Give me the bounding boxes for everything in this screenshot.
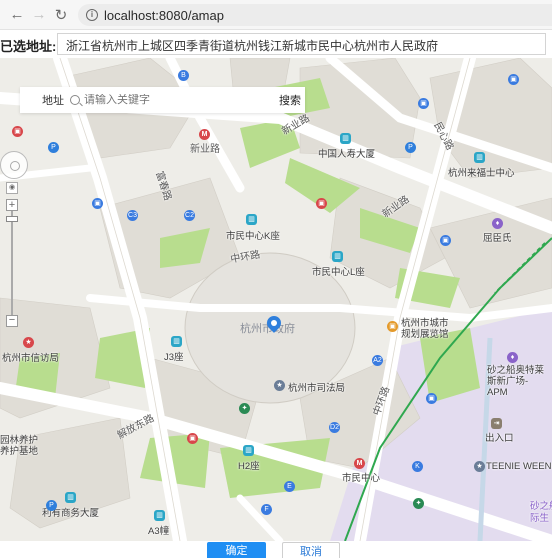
building-icon[interactable]: ▥: [246, 214, 257, 225]
url-bar[interactable]: i localhost:8080/amap: [78, 4, 552, 26]
building-icon[interactable]: ▥: [340, 133, 351, 144]
parking-icon[interactable]: P: [405, 142, 416, 153]
poi-label[interactable]: A3幢: [148, 523, 169, 537]
poi-label[interactable]: 中国人寿大厦: [318, 146, 375, 160]
bus-stop-icon[interactable]: ▣: [418, 98, 429, 109]
confirm-button[interactable]: 确定: [207, 542, 266, 558]
selected-address-field[interactable]: 浙江省杭州市上城区四季青街道杭州钱江新城市民中心杭州市人民政府: [57, 33, 546, 55]
zoom-in-button[interactable]: +: [6, 199, 18, 211]
metro-exit-a2[interactable]: A2: [372, 355, 383, 366]
shopping-icon[interactable]: ♦: [507, 352, 518, 363]
poi-label[interactable]: TEENIE WEENIE: [486, 461, 552, 472]
parking-icon[interactable]: P: [46, 500, 57, 511]
cafe-icon[interactable]: ✦: [413, 498, 424, 509]
metro-exit-c3[interactable]: C3: [127, 210, 138, 221]
bus-stop-icon[interactable]: ▣: [187, 433, 198, 444]
selected-address-label: 已选地址:: [0, 39, 57, 54]
poi-label[interactable]: 杭州来福士中心: [448, 165, 515, 179]
poi-label[interactable]: 杭州市城市规划展览馆: [401, 318, 457, 340]
poi-label[interactable]: 屈臣氏: [483, 230, 512, 244]
museum-icon[interactable]: ▣: [387, 321, 398, 332]
arrow-right-icon[interactable]: →: [28, 4, 50, 26]
map-background: [0, 58, 552, 541]
metro-exit-c2[interactable]: C2: [184, 210, 195, 221]
building-icon[interactable]: ▥: [65, 492, 76, 503]
police-icon[interactable]: ★: [274, 380, 285, 391]
bus-stop-icon[interactable]: ▣: [426, 393, 437, 404]
bus-stop-icon[interactable]: ▣: [440, 235, 451, 246]
metro-exit-d2[interactable]: D2: [329, 422, 340, 433]
poi-label[interactable]: 际生: [530, 510, 549, 524]
pan-control[interactable]: [0, 151, 28, 179]
locate-icon[interactable]: ◉: [6, 182, 18, 194]
poi-label[interactable]: 市民中心: [342, 470, 380, 484]
metro-exit-k[interactable]: K: [412, 461, 423, 472]
entrance-icon[interactable]: ⇥: [491, 418, 502, 429]
poi-label[interactable]: 出入口: [485, 430, 514, 444]
building-icon[interactable]: ▥: [332, 251, 343, 262]
bus-stop-icon[interactable]: ▣: [12, 126, 23, 137]
metro-icon[interactable]: M: [354, 458, 365, 469]
poi-label[interactable]: 园林养护养护基地: [0, 435, 40, 457]
search-button[interactable]: 搜索: [275, 87, 305, 113]
metro-exit-e[interactable]: E: [284, 481, 295, 492]
poi-label[interactable]: J3座: [164, 349, 184, 363]
selected-address-row: 已选地址: 浙江省杭州市上城区四季青街道杭州钱江新城市民中心杭州市人民政府: [0, 30, 552, 58]
cafe-icon[interactable]: ✦: [239, 403, 250, 414]
metro-exit-b[interactable]: B: [178, 70, 189, 81]
bus-stop-icon[interactable]: ▣: [92, 198, 103, 209]
building-icon[interactable]: ▥: [243, 445, 254, 456]
search-label: 地址: [42, 95, 64, 107]
poi-label[interactable]: 市民中心L座: [312, 264, 365, 278]
arrow-left-icon[interactable]: ←: [6, 4, 28, 26]
bus-stop-icon[interactable]: ▣: [316, 198, 327, 209]
zoom-slider-track[interactable]: [11, 211, 13, 315]
poi-label[interactable]: 杭州市信访局: [2, 350, 59, 364]
building-icon[interactable]: ▥: [154, 510, 165, 521]
map-canvas[interactable]: 地址 搜索 ◉ + − 新业路 民心路 新业路 中环路 中环路 解放东路 富春路…: [0, 58, 552, 541]
building-icon[interactable]: ▥: [474, 152, 485, 163]
poi-label[interactable]: 杭州市司法局: [288, 380, 345, 394]
reload-icon[interactable]: ↻: [50, 4, 72, 26]
cancel-button[interactable]: 取消: [282, 542, 340, 558]
store-icon[interactable]: ★: [474, 461, 485, 472]
building-icon[interactable]: ▥: [171, 336, 182, 347]
poi-label[interactable]: 市民中心K座: [226, 228, 280, 242]
info-icon[interactable]: i: [86, 9, 98, 21]
zoom-slider-handle[interactable]: [6, 216, 18, 222]
metro-exit-f[interactable]: F: [261, 504, 272, 515]
metro-icon[interactable]: M: [199, 129, 210, 140]
search-icon: [70, 95, 80, 105]
search-panel: 地址 搜索: [20, 87, 305, 113]
bus-stop-icon[interactable]: ▣: [508, 74, 519, 85]
poi-label[interactable]: H2座: [238, 458, 260, 472]
zoom-out-button[interactable]: −: [6, 315, 18, 327]
footer: [0, 541, 552, 558]
parking-icon[interactable]: P: [48, 142, 59, 153]
shopping-icon[interactable]: ♦: [492, 218, 503, 229]
poi-label[interactable]: 砂之船奥特莱斯新广场-APM: [487, 365, 547, 398]
road-label: 新业路: [190, 144, 220, 155]
url-text: localhost:8080/amap: [104, 7, 224, 23]
search-input[interactable]: [84, 94, 234, 106]
government-icon[interactable]: ★: [23, 337, 34, 348]
browser-toolbar: ← → ↻ i localhost:8080/amap: [0, 0, 552, 30]
